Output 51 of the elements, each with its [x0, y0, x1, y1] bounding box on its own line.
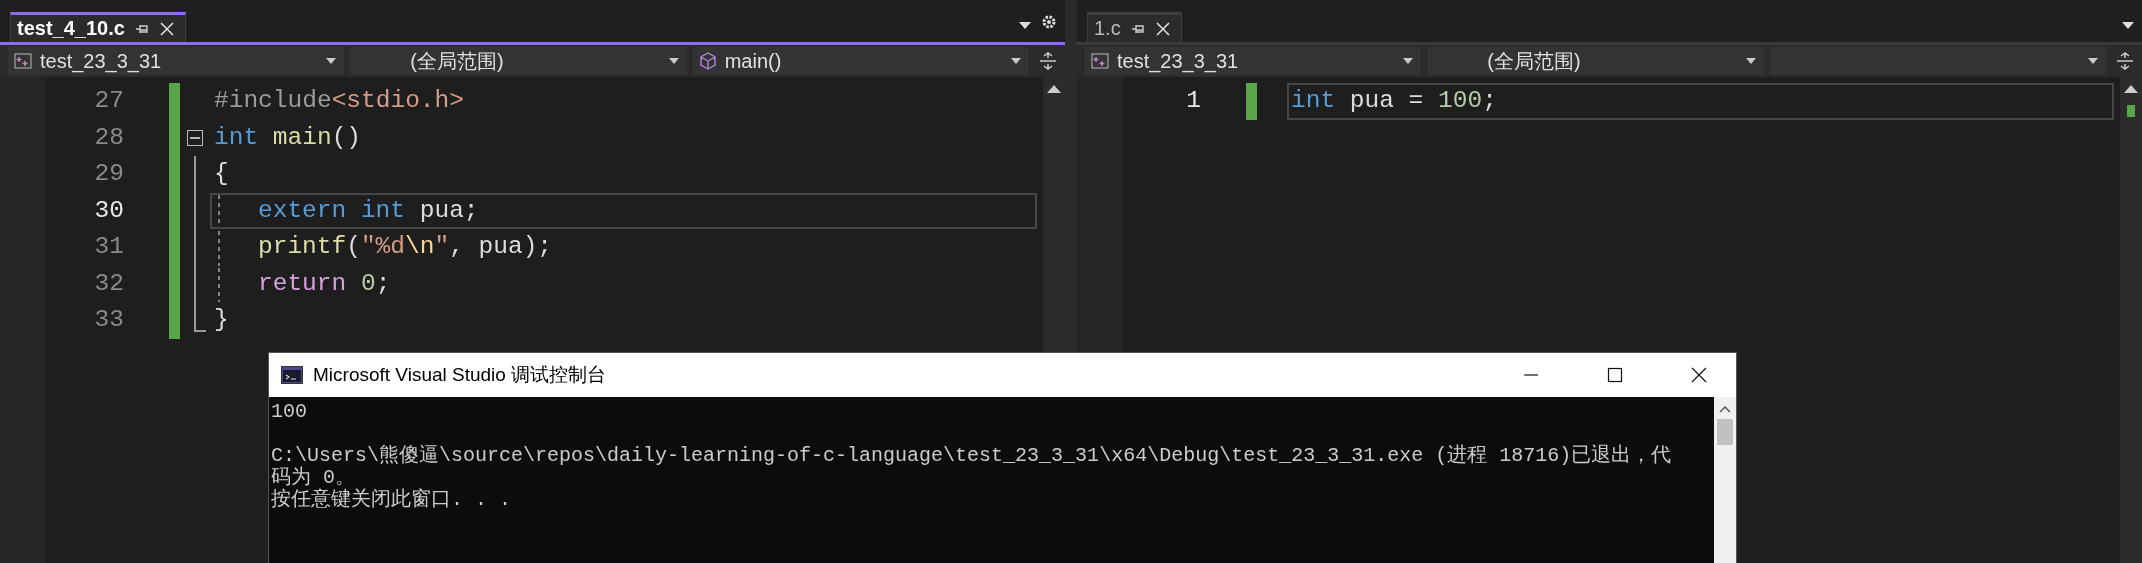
function-dropdown[interactable]: main() — [692, 47, 1029, 75]
cube-icon — [698, 52, 717, 70]
window-title: Microsoft Visual Studio 调试控制台 — [313, 363, 607, 387]
scroll-marker — [2127, 105, 2135, 117]
console-output-line: 100 — [271, 401, 307, 423]
project-icon — [14, 53, 32, 69]
scrollbar[interactable] — [1714, 397, 1736, 563]
caret-icon — [1011, 58, 1021, 64]
close-icon[interactable] — [1691, 367, 1707, 383]
line-number: 28 — [93, 122, 124, 153]
line-number: 27 — [93, 86, 124, 116]
line-number: 33 — [93, 305, 124, 335]
maximize-icon[interactable] — [1607, 367, 1623, 383]
line-number: 29 — [93, 159, 124, 189]
settings-icon[interactable] — [1041, 14, 1057, 30]
caret-icon — [1745, 58, 1756, 64]
line-number: 32 — [93, 268, 124, 299]
caret-icon — [2088, 58, 2098, 64]
fold-end-line — [194, 302, 206, 332]
split-icon[interactable] — [1039, 52, 1057, 70]
scrollbar-thumb[interactable] — [1717, 419, 1733, 445]
code-line: #include<stdio.h> — [213, 86, 465, 116]
line-number: 31 — [93, 232, 124, 262]
line-number: 1 — [1185, 86, 1201, 116]
console-icon — [281, 366, 303, 384]
dropdown-caret-icon[interactable] — [2122, 22, 2134, 30]
project-dropdown[interactable]: test_23_3_31 — [1085, 47, 1422, 75]
caret-icon — [1403, 58, 1414, 64]
caret-icon — [326, 58, 337, 64]
scope-dropdown[interactable]: (全局范围) — [350, 47, 687, 75]
console-output-line: C:\Users\熊傻逼\source\repos\daily-learning-of-c-language\test_23_3_31\x64\Debug\test_23_3_31.exe (进程 18716)已退出，代 — [271, 445, 1672, 467]
line-number: 30 — [93, 195, 124, 226]
project-dropdown[interactable]: test_23_3_31 — [8, 47, 345, 75]
split-icon[interactable] — [2116, 52, 2134, 70]
scroll-up-icon[interactable] — [1047, 85, 1061, 93]
scope-dropdown[interactable]: (全局范围) — [1427, 47, 1764, 75]
console-output-line: 码为 0。 — [271, 467, 355, 489]
project-icon — [1091, 53, 1109, 69]
console-output-line: 按任意键关闭此窗口. . . — [271, 489, 511, 511]
caret-icon — [668, 58, 679, 64]
code-line: } — [213, 305, 230, 335]
code-line: int main() — [213, 122, 363, 153]
scroll-up-icon[interactable] — [2124, 85, 2138, 93]
scrollbar[interactable] — [2120, 77, 2142, 563]
close-icon[interactable] — [158, 20, 175, 37]
collapse-icon[interactable] — [187, 129, 203, 146]
editor-tab[interactable]: 1.c — [1087, 12, 1182, 42]
scroll-up-icon[interactable] — [1719, 405, 1731, 413]
dropdown-caret-icon[interactable] — [1019, 22, 1031, 30]
code-line: { — [213, 159, 230, 189]
editor-tab[interactable]: test_4_10.c — [10, 12, 186, 42]
